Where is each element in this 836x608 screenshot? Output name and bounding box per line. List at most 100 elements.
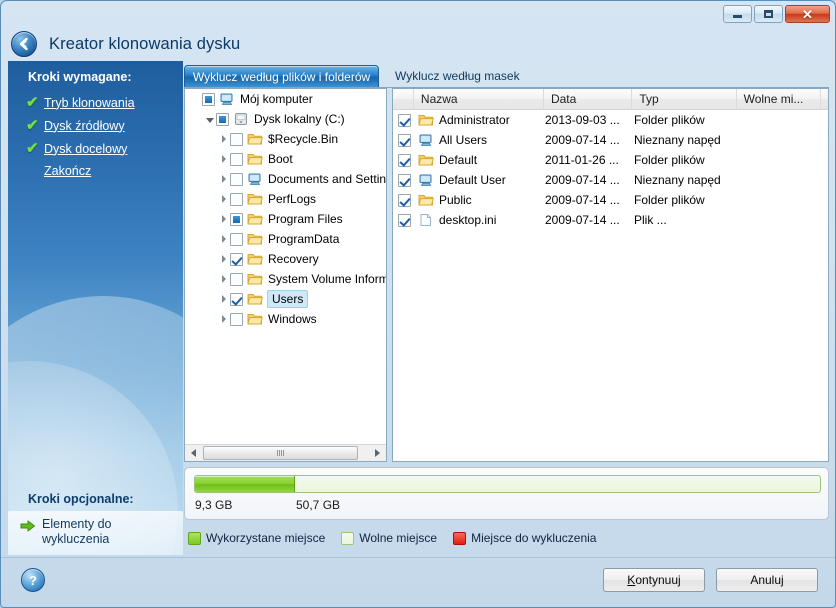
checkbox-checked[interactable] xyxy=(398,213,411,227)
checkbox-empty[interactable] xyxy=(230,232,243,246)
tree-row[interactable]: System Volume Informa xyxy=(185,269,386,289)
checkbox-checked[interactable] xyxy=(398,113,411,127)
checkbox-checked[interactable] xyxy=(398,133,411,147)
checkbox-empty[interactable] xyxy=(230,172,243,186)
checkbox-partial[interactable] xyxy=(216,112,229,126)
tree-row[interactable]: Program Files xyxy=(185,209,386,229)
disk-legend: Wykorzystane miejsce Wolne miejsce Miejsce… xyxy=(188,531,605,545)
checkbox-checked[interactable] xyxy=(230,292,243,306)
tree-row[interactable]: Recovery xyxy=(185,249,386,269)
checkbox-empty[interactable] xyxy=(230,312,243,326)
sidebar-item-dysk-docelowy[interactable]: ✔ Dysk docelowy xyxy=(8,137,183,160)
twisty[interactable] xyxy=(217,195,230,203)
scrollbar-thumb[interactable] xyxy=(203,446,358,460)
row-checkbox-cell[interactable] xyxy=(393,213,414,227)
checkbox-partial[interactable] xyxy=(202,92,215,106)
sidebar-item-elementy-do-wykluczenia[interactable]: Elementy do wykluczenia xyxy=(8,511,183,555)
row-name-label: Public xyxy=(439,193,472,207)
table-row[interactable]: desktop.ini 2009-07-14 ... Plik ... xyxy=(393,210,828,230)
twisty[interactable] xyxy=(217,175,230,183)
checkbox-checked[interactable] xyxy=(398,153,411,167)
checkbox-empty[interactable] xyxy=(230,272,243,286)
minimize-button[interactable] xyxy=(723,5,752,23)
twisty[interactable] xyxy=(217,235,230,243)
checkbox-checked[interactable] xyxy=(230,252,243,266)
row-name-cell: Public xyxy=(414,193,545,207)
twisty[interactable] xyxy=(217,275,230,283)
close-button[interactable]: ✕ xyxy=(785,5,830,23)
column-header[interactable]: Nazwa xyxy=(414,89,544,109)
tree-row[interactable]: Dysk lokalny (C:) xyxy=(185,109,386,129)
continue-button[interactable]: Kontynuuj xyxy=(603,568,705,592)
twisty[interactable] xyxy=(203,116,216,123)
file-list-body[interactable]: Administrator 2013-09-03 ... Folder plików… xyxy=(393,110,828,230)
table-row[interactable]: Administrator 2013-09-03 ... Folder plików xyxy=(393,110,828,130)
twisty[interactable] xyxy=(217,135,230,143)
cancel-button[interactable]: Anuluj xyxy=(716,568,818,592)
checkbox-empty[interactable] xyxy=(230,192,243,206)
column-header[interactable] xyxy=(821,89,828,109)
disk-clone-wizard-window: ✕ Kreator klonowania dysku Kroki wymagan… xyxy=(0,0,836,608)
tree-row[interactable]: Documents and Setting xyxy=(185,169,386,189)
tab-wyklucz-maski[interactable]: Wyklucz według masek xyxy=(385,65,575,87)
arrow-right-icon xyxy=(375,449,380,457)
sidebar-item-label: Zakończ xyxy=(44,164,92,178)
maximize-button[interactable] xyxy=(754,5,783,23)
tab-wyklucz-pliki-foldery[interactable]: Wyklucz według plików i folderów xyxy=(184,65,379,87)
table-row[interactable]: Default 2011-01-26 ... Folder plików xyxy=(393,150,828,170)
checkbox-partial[interactable] xyxy=(230,212,243,226)
twisty[interactable] xyxy=(217,215,230,223)
row-checkbox-cell[interactable] xyxy=(393,113,414,127)
grip-icon xyxy=(277,450,284,456)
scroll-right-button[interactable] xyxy=(369,445,386,461)
tree-row[interactable]: PerfLogs xyxy=(185,189,386,209)
tree-row[interactable]: Windows xyxy=(185,309,386,329)
checkbox-checked[interactable] xyxy=(398,173,411,187)
item-icon xyxy=(418,133,435,147)
back-button[interactable] xyxy=(11,31,37,57)
checkbox-empty[interactable] xyxy=(230,132,243,146)
row-checkbox-cell[interactable] xyxy=(393,133,414,147)
table-row[interactable]: Default User 2009-07-14 ... Nieznany napęd xyxy=(393,170,828,190)
tree-row[interactable]: $Recycle.Bin xyxy=(185,129,386,149)
tree-row-label: Program Files xyxy=(268,212,343,226)
chevron-right-icon xyxy=(221,315,226,323)
twisty[interactable] xyxy=(217,255,230,263)
folder-icon xyxy=(247,194,263,205)
tree-row[interactable]: Boot xyxy=(185,149,386,169)
item-icon xyxy=(247,212,264,226)
row-checkbox-cell[interactable] xyxy=(393,153,414,167)
folder-icon xyxy=(247,214,263,225)
column-header[interactable]: Typ xyxy=(632,89,737,109)
chevron-right-icon xyxy=(221,195,226,203)
chevron-right-icon xyxy=(221,215,226,223)
file-icon xyxy=(420,214,431,226)
help-button[interactable]: ? xyxy=(21,568,45,592)
tree-row[interactable]: ProgramData xyxy=(185,229,386,249)
legend-label: Miejsce do wykluczenia xyxy=(471,531,597,545)
sidebar-item-zakoncz[interactable]: Zakończ xyxy=(8,160,183,182)
scroll-left-button[interactable] xyxy=(185,445,202,461)
twisty[interactable] xyxy=(217,295,230,303)
checkbox-empty[interactable] xyxy=(230,152,243,166)
table-row[interactable]: Public 2009-07-14 ... Folder plików xyxy=(393,190,828,210)
column-header[interactable] xyxy=(393,89,414,109)
row-checkbox-cell[interactable] xyxy=(393,173,414,187)
scrollbar-track[interactable] xyxy=(359,445,369,462)
tree-row[interactable]: Users xyxy=(185,289,386,309)
column-header[interactable]: Data xyxy=(544,89,633,109)
sidebar-item-dysk-zrodlowy[interactable]: ✔ Dysk źródłowy xyxy=(8,114,183,137)
item-icon xyxy=(247,132,264,146)
sidebar-item-label: Dysk źródłowy xyxy=(44,118,125,133)
twisty[interactable] xyxy=(217,155,230,163)
twisty[interactable] xyxy=(217,315,230,323)
row-checkbox-cell[interactable] xyxy=(393,193,414,207)
sidebar-item-tryb-klonowania[interactable]: ✔ Tryb klonowania xyxy=(8,91,183,114)
folder-tree[interactable]: Mój komputer Dysk lokalny (C:) $Recycle.Bi… xyxy=(185,89,386,444)
table-row[interactable]: All Users 2009-07-14 ... Nieznany napęd xyxy=(393,130,828,150)
tree-row[interactable]: Mój komputer xyxy=(185,89,386,109)
drive-icon xyxy=(235,113,247,125)
checkbox-checked[interactable] xyxy=(398,193,411,207)
column-header[interactable]: Wolne mi... xyxy=(737,89,821,109)
tree-horizontal-scrollbar[interactable] xyxy=(185,444,386,461)
